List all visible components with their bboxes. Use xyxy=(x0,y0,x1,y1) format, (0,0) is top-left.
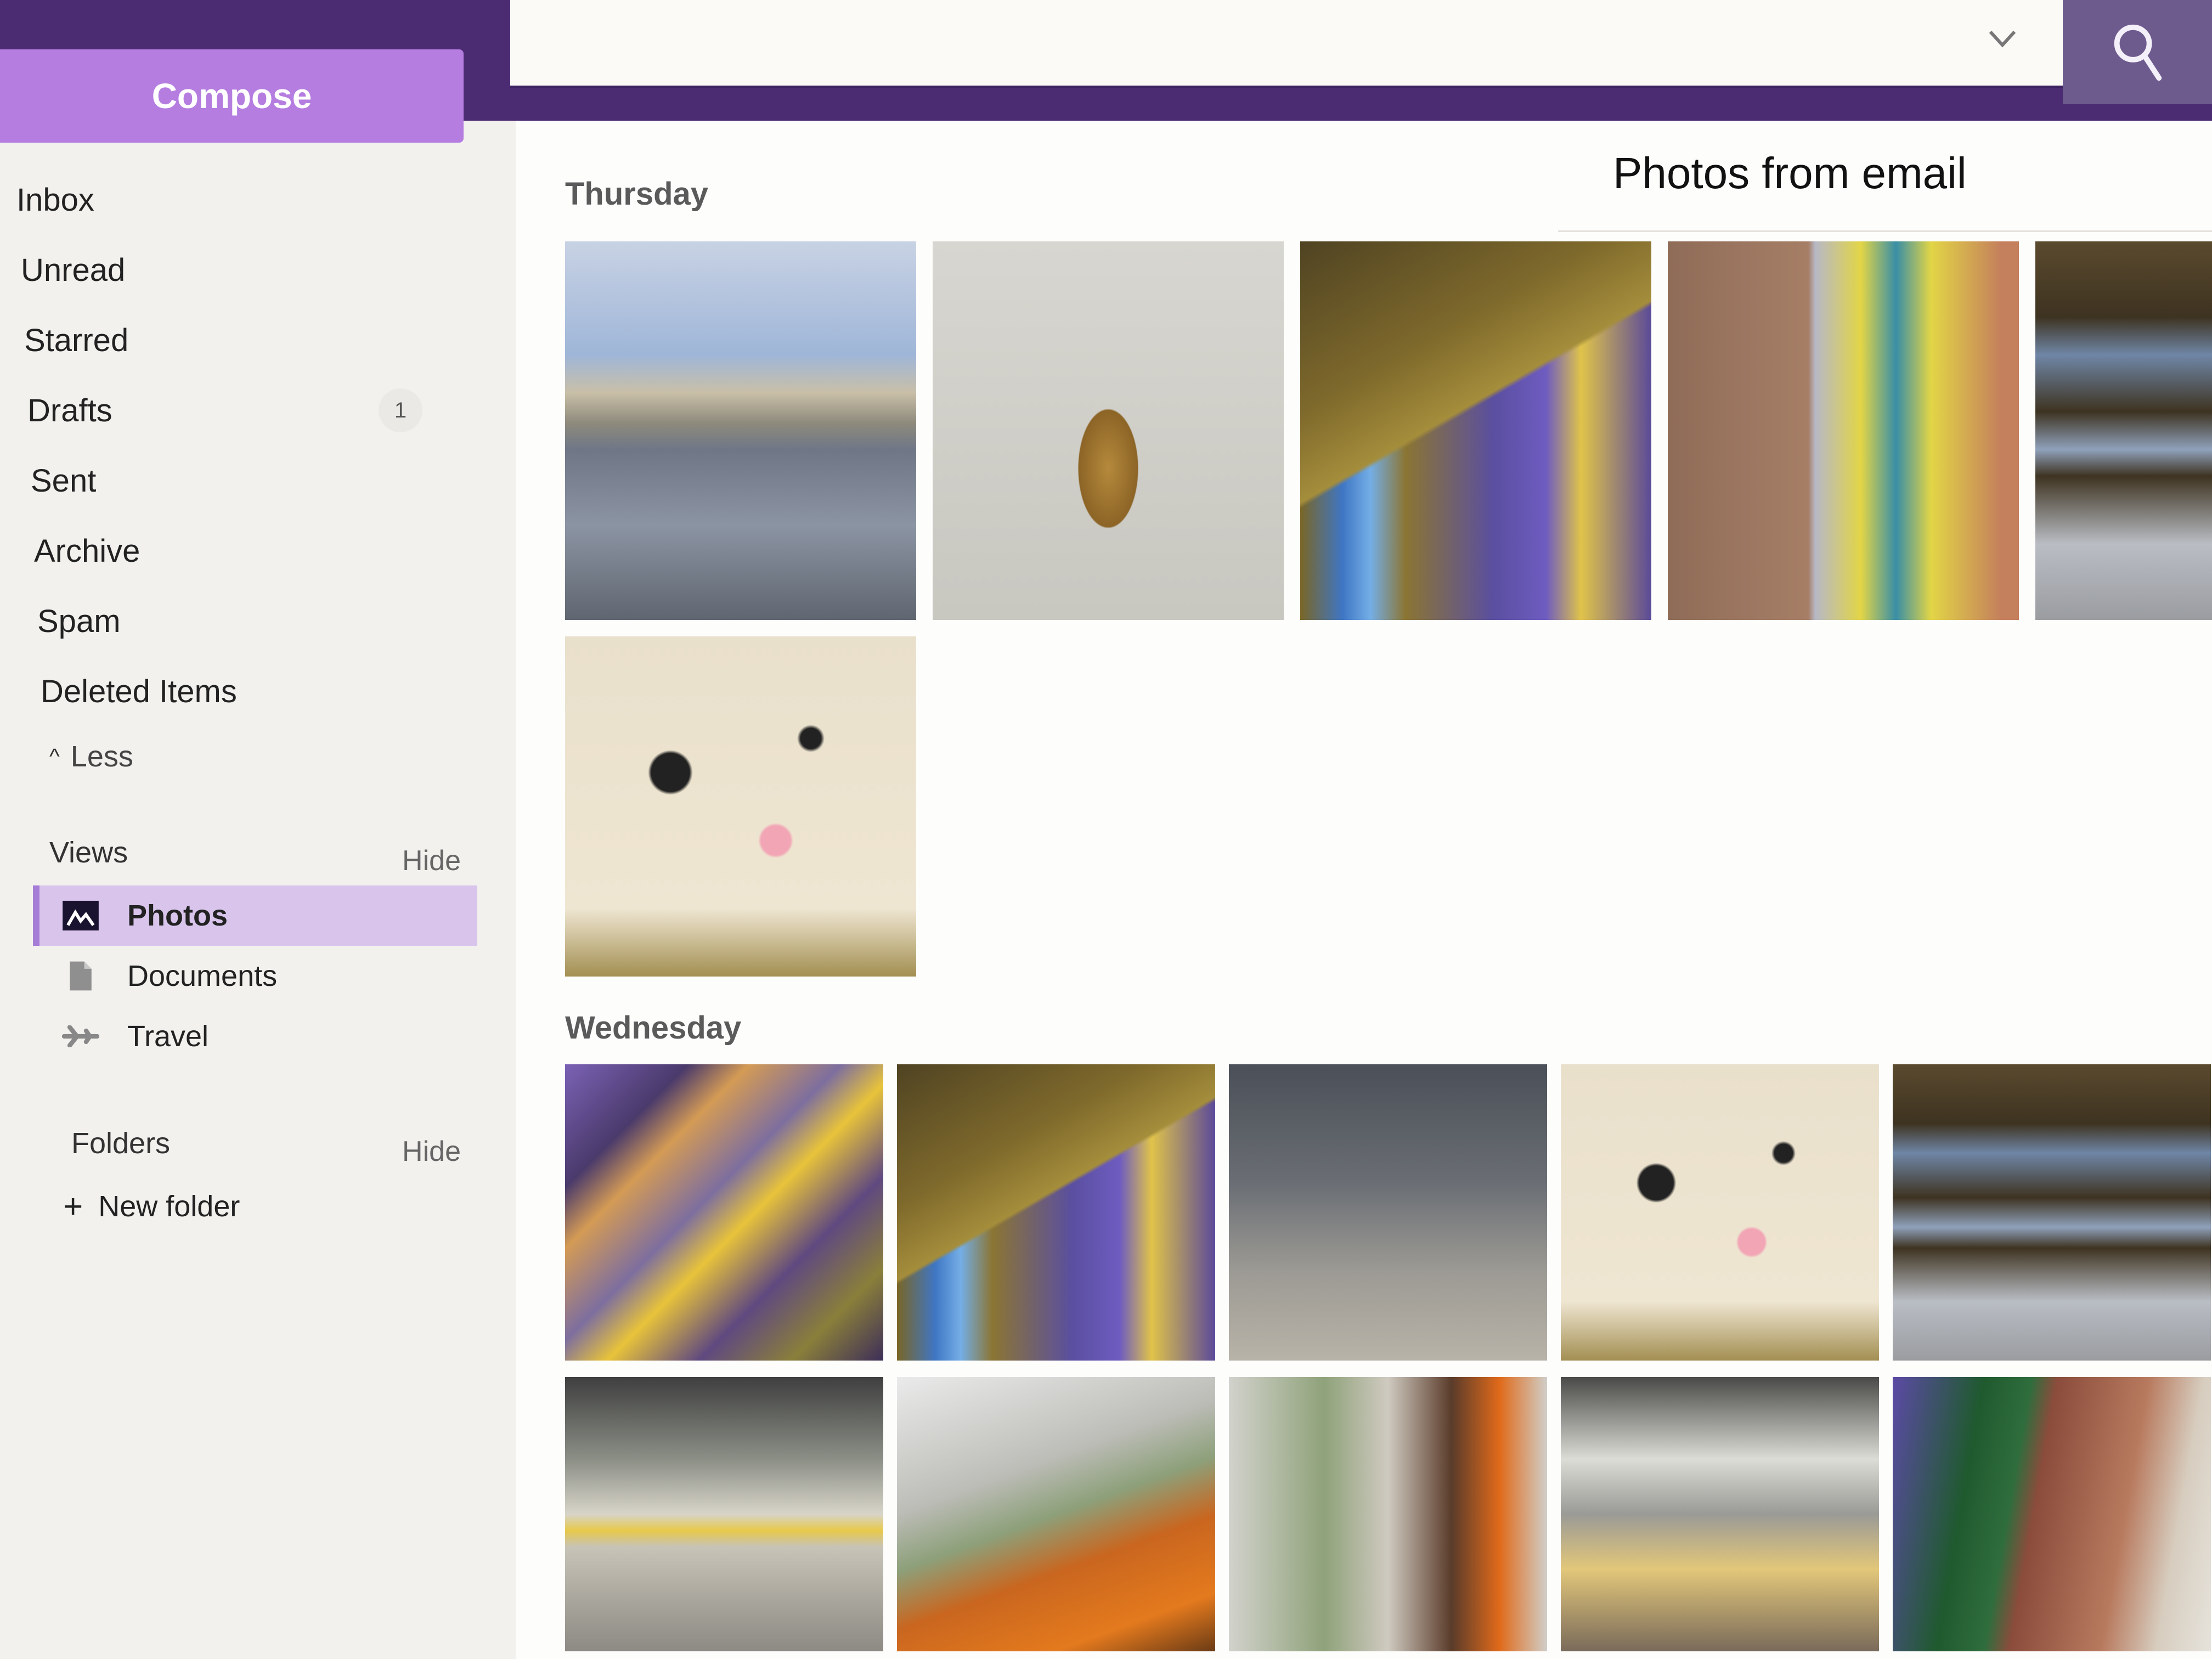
photo-thumbnail[interactable] xyxy=(1561,1377,1879,1651)
photo-thumbnail[interactable] xyxy=(1561,1064,1879,1361)
photo-image xyxy=(1561,1064,1879,1361)
photo-thumbnail[interactable] xyxy=(933,241,1284,620)
page-title: Photos from email xyxy=(1613,149,1967,198)
folders-section-header: Folders Hide xyxy=(0,1110,494,1176)
photo-image xyxy=(933,241,1284,620)
photo-image xyxy=(565,1377,883,1651)
search-bar xyxy=(510,0,2063,88)
photo-image xyxy=(2035,241,2212,620)
sidebar-item-label: Spam xyxy=(37,603,121,639)
photo-image xyxy=(897,1377,1215,1651)
photo-image xyxy=(897,1064,1215,1361)
new-folder-button[interactable]: + New folder xyxy=(0,1176,494,1237)
chevron-up-icon: ^ xyxy=(49,744,60,769)
sidebar-item-label: Drafts xyxy=(27,392,112,428)
sidebar-item-label: Archive xyxy=(34,533,140,569)
title-divider xyxy=(1558,230,2212,232)
photo-image xyxy=(1893,1377,2211,1651)
photo-thumbnail[interactable] xyxy=(1893,1377,2211,1651)
photo-image xyxy=(1893,1064,2211,1361)
views-section-header: Views Hide xyxy=(0,820,494,885)
photo-thumbnail[interactable] xyxy=(2035,241,2212,620)
sidebar-item-label: Travel xyxy=(127,1020,209,1053)
photo-thumbnail[interactable] xyxy=(1300,241,1651,620)
photo-thumbnail[interactable] xyxy=(1893,1064,2211,1361)
photo-image xyxy=(1229,1064,1547,1361)
sidebar-item-travel[interactable]: Travel xyxy=(33,1006,494,1066)
sidebar-item-unread[interactable]: Unread xyxy=(0,235,494,305)
photo-thumbnail[interactable] xyxy=(897,1064,1215,1361)
less-toggle[interactable]: ^ Less xyxy=(0,726,494,787)
photo-image xyxy=(1561,1377,1879,1651)
document-icon xyxy=(61,960,100,992)
sidebar-item-starred[interactable]: Starred xyxy=(0,305,494,375)
photo-thumbnail[interactable] xyxy=(1229,1377,1547,1651)
sidebar-item-inbox[interactable]: Inbox xyxy=(0,165,494,235)
photos-view: Photos from email Thursday Wednesday xyxy=(516,121,2212,1659)
sidebar-item-deleted-items[interactable]: Deleted Items xyxy=(0,656,494,726)
day-label-wednesday: Wednesday xyxy=(565,1010,742,1046)
search-options-dropdown[interactable] xyxy=(1975,11,2030,66)
sidebar-item-photos[interactable]: Photos xyxy=(33,885,477,946)
photo-image xyxy=(1668,241,2019,620)
photo-image xyxy=(565,1064,883,1361)
sidebar: Compose Inbox Unread Starred Drafts 1 Se… xyxy=(0,49,516,1659)
views-hide-link[interactable]: Hide xyxy=(402,844,461,877)
photo-thumbnail[interactable] xyxy=(897,1377,1215,1651)
search-button[interactable] xyxy=(2063,0,2212,104)
sidebar-item-spam[interactable]: Spam xyxy=(0,586,494,656)
sidebar-item-label: Inbox xyxy=(16,182,94,218)
sidebar-item-label: Photos xyxy=(127,899,228,932)
search-icon xyxy=(2114,24,2162,81)
sidebar-item-archive[interactable]: Archive xyxy=(0,516,494,586)
sidebar-item-label: Starred xyxy=(24,322,129,358)
photo-thumbnail[interactable] xyxy=(565,241,916,620)
photo-thumbnail[interactable] xyxy=(565,1064,883,1361)
chevron-down-icon xyxy=(1989,30,2016,48)
photo-thumbnail[interactable] xyxy=(1229,1064,1547,1361)
sidebar-item-label: Sent xyxy=(31,462,97,499)
new-folder-label: New folder xyxy=(98,1190,240,1223)
folder-nav: Inbox Unread Starred Drafts 1 Sent Archi… xyxy=(0,165,494,1237)
photo-thumbnail[interactable] xyxy=(565,636,916,977)
photo-image xyxy=(1300,241,1651,620)
sidebar-item-documents[interactable]: Documents xyxy=(33,946,494,1006)
photo-thumbnail[interactable] xyxy=(1668,241,2019,620)
sidebar-item-label: Documents xyxy=(127,960,278,992)
photo-thumbnail[interactable] xyxy=(565,1377,883,1651)
folders-hide-link[interactable]: Hide xyxy=(402,1135,461,1168)
sidebar-item-label: Deleted Items xyxy=(41,673,237,709)
sidebar-item-sent[interactable]: Sent xyxy=(0,445,494,516)
plus-icon: + xyxy=(63,1187,83,1226)
day-label-thursday: Thursday xyxy=(565,176,709,212)
drafts-count-badge: 1 xyxy=(379,388,422,432)
sidebar-item-label: Unread xyxy=(21,252,126,288)
views-title: Views xyxy=(49,836,128,869)
search-input[interactable] xyxy=(532,16,1937,71)
photo-icon xyxy=(61,899,100,932)
folders-title: Folders xyxy=(71,1127,171,1160)
less-label: Less xyxy=(70,740,133,773)
photo-image xyxy=(565,636,916,977)
sidebar-item-drafts[interactable]: Drafts 1 xyxy=(0,375,494,445)
photo-image xyxy=(1229,1377,1547,1651)
airplane-icon xyxy=(61,1020,100,1053)
compose-button[interactable]: Compose xyxy=(0,49,464,143)
photo-image xyxy=(565,241,916,620)
